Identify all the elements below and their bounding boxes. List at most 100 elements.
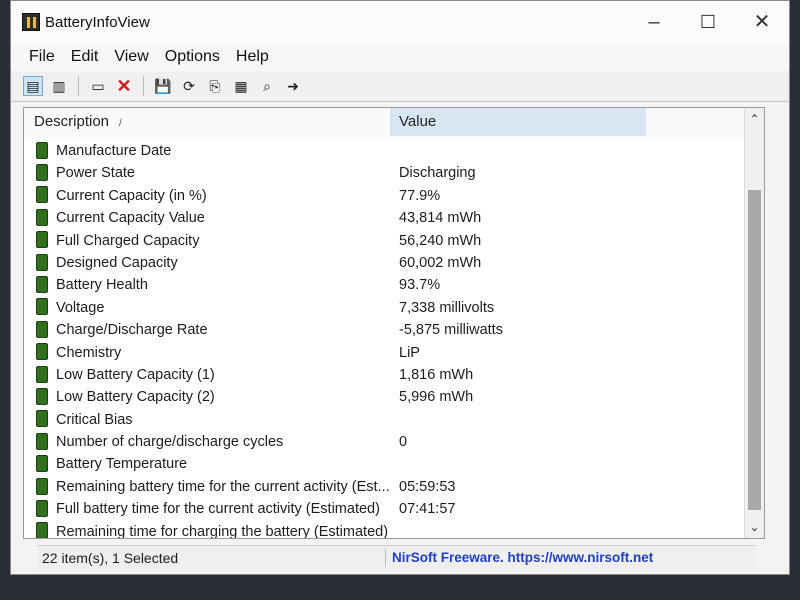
table-row[interactable]: Battery Temperature — [24, 453, 744, 475]
row-description-text: Full battery time for the current activi… — [56, 501, 380, 518]
row-description: Remaining time for charging the battery … — [36, 521, 392, 539]
row-description: Full battery time for the current activi… — [36, 498, 392, 520]
html-report-icon[interactable]: ▦ — [231, 76, 251, 96]
row-description: Designed Capacity — [36, 252, 392, 274]
properties-icon[interactable]: ▭ — [88, 76, 108, 96]
row-description: Charge/Discharge Rate — [36, 319, 392, 341]
battery-icon — [36, 343, 48, 361]
table-row[interactable]: Critical Bias — [24, 409, 744, 431]
vertical-scrollbar[interactable]: ⌃ ⌄ — [744, 108, 764, 538]
battery-icon — [36, 231, 48, 249]
close-button[interactable]: ✕ — [739, 7, 785, 37]
save-icon[interactable]: 💾 — [153, 76, 173, 96]
menu-help[interactable]: Help — [228, 48, 277, 66]
row-description-text: Power State — [56, 165, 135, 182]
menu-options[interactable]: Options — [157, 48, 228, 66]
table-row[interactable]: Voltage 7,338 millivolts — [24, 297, 744, 319]
row-value: 5,996 mWh — [399, 389, 474, 406]
table-row[interactable]: Remaining battery time for the current a… — [24, 476, 744, 498]
row-description-text: Low Battery Capacity (1) — [56, 366, 215, 383]
table-row[interactable]: Charge/Discharge Rate -5,875 milliwatts — [24, 319, 744, 341]
row-description-text: Manufacture Date — [56, 143, 172, 159]
row-description-text: Remaining battery time for the current a… — [56, 478, 390, 495]
minimize-button[interactable]: – — [631, 7, 677, 37]
row-value: 77.9% — [399, 187, 441, 204]
column-header-value[interactable]: Value — [390, 108, 646, 136]
toolbar: ▤ ▥ ▭ ✕ 💾 ⟳ ⎘ ▦ ⌕ ➜ — [11, 71, 789, 102]
row-value: 05:59:53 — [399, 478, 456, 495]
scroll-up-icon[interactable]: ⌃ — [745, 112, 764, 126]
battery-icon — [36, 298, 48, 316]
row-description: Full Charged Capacity — [36, 230, 392, 252]
list-header: Description / Value — [24, 108, 764, 138]
exit-icon[interactable]: ➜ — [283, 76, 303, 96]
menu-view[interactable]: View — [106, 48, 156, 66]
row-description-text: Battery Temperature — [56, 456, 188, 473]
row-description-text: Critical Bias — [56, 411, 133, 428]
table-row[interactable]: Current Capacity Value 43,814 mWh — [24, 207, 744, 229]
table-row[interactable]: Power State Discharging — [24, 162, 744, 184]
nirsoft-link[interactable]: NirSoft Freeware. https://www.nirsoft.ne… — [392, 546, 653, 570]
table-row[interactable]: Low Battery Capacity (1) 1,816 mWh — [24, 364, 744, 386]
table-row[interactable]: Remaining time for charging the battery … — [24, 521, 744, 539]
menu-edit[interactable]: Edit — [63, 48, 107, 66]
delete-icon[interactable]: ✕ — [114, 76, 134, 96]
table-row[interactable]: Chemistry LiP — [24, 342, 744, 364]
status-item-count: 22 item(s), 1 Selected — [42, 550, 179, 566]
row-description: Voltage — [36, 297, 392, 319]
scrollbar-thumb[interactable] — [748, 190, 761, 510]
row-description: Battery Health — [36, 274, 392, 296]
row-description: Low Battery Capacity (1) — [36, 364, 392, 386]
battery-list-icon[interactable]: ▥ — [49, 76, 69, 96]
row-value: 56,240 mWh — [399, 232, 482, 249]
row-description-text: Designed Capacity — [56, 254, 178, 271]
table-row[interactable]: Manufacture Date — [24, 140, 744, 162]
row-value: 60,002 mWh — [399, 254, 482, 271]
row-value: Discharging — [399, 165, 476, 182]
table-row[interactable]: Current Capacity (in %) 77.9% — [24, 185, 744, 207]
scroll-down-icon[interactable]: ⌄ — [745, 520, 764, 534]
copy-icon[interactable]: ⎘ — [205, 76, 225, 96]
row-description: Manufacture Date — [36, 140, 392, 162]
battery-icon — [36, 432, 48, 450]
row-description: Chemistry — [36, 342, 392, 364]
row-description-text: Charge/Discharge Rate — [56, 322, 208, 339]
table-row[interactable]: Number of charge/discharge cycles 0 — [24, 431, 744, 453]
battery-icon — [36, 365, 48, 383]
row-description-text: Current Capacity Value — [56, 210, 205, 227]
row-description: Current Capacity Value — [36, 207, 392, 229]
window-title: BatteryInfoView — [45, 14, 150, 31]
battery-icon — [36, 455, 48, 473]
battery-icon — [36, 499, 48, 517]
row-description-text: Chemistry — [56, 344, 122, 361]
row-description: Current Capacity (in %) — [36, 185, 392, 207]
row-description-text: Number of charge/discharge cycles — [56, 434, 284, 451]
battery-icon — [36, 410, 48, 428]
row-description: Remaining battery time for the current a… — [36, 476, 392, 498]
row-description-text: Current Capacity (in %) — [56, 187, 207, 204]
find-icon[interactable]: ⌕ — [257, 76, 277, 96]
table-row[interactable]: Low Battery Capacity (2) 5,996 mWh — [24, 386, 744, 408]
battery-info-list[interactable]: Description / Value Manufacture Date Power… — [23, 107, 765, 539]
column-header-description[interactable]: Description / — [24, 108, 388, 136]
battery-icon — [36, 141, 48, 159]
list-rows: Manufacture Date Power State Discharging Cu… — [24, 140, 744, 539]
maximize-button[interactable]: ☐ — [685, 7, 731, 37]
toolbar-separator — [78, 76, 79, 96]
battery-icon — [36, 387, 48, 405]
row-value: 93.7% — [399, 277, 441, 294]
battery-info-view-icon[interactable]: ▤ — [23, 76, 43, 96]
status-bar: 22 item(s), 1 Selected NirSoft Freeware.… — [38, 545, 756, 570]
table-row[interactable]: Battery Health 93.7% — [24, 274, 744, 296]
title-bar[interactable]: BatteryInfoView – ☐ ✕ — [11, 1, 789, 43]
refresh-icon[interactable]: ⟳ — [179, 76, 199, 96]
row-value: -5,875 milliwatts — [399, 322, 503, 339]
table-row[interactable]: Full battery time for the current activi… — [24, 498, 744, 520]
row-description-text: Remaining time for charging the battery … — [56, 523, 389, 539]
table-row[interactable]: Designed Capacity 60,002 mWh — [24, 252, 744, 274]
toolbar-separator — [143, 76, 144, 96]
table-row[interactable]: Full Charged Capacity 56,240 mWh — [24, 230, 744, 252]
row-description: Battery Temperature — [36, 453, 392, 475]
row-value: LiP — [399, 344, 420, 361]
menu-file[interactable]: File — [21, 48, 63, 66]
